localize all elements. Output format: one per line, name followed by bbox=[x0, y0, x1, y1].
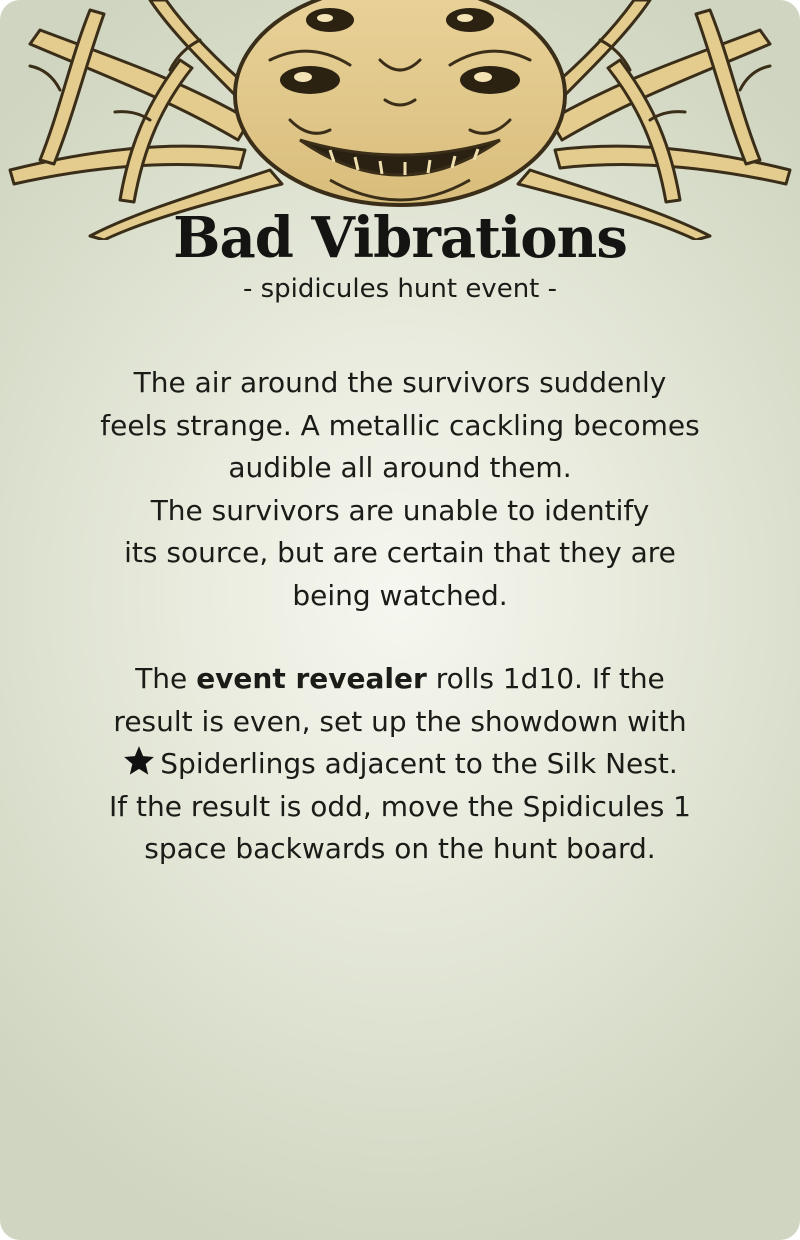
flavor-line: The air around the survivors suddenly bbox=[133, 366, 667, 399]
card-title: Bad Vibrations bbox=[173, 205, 628, 271]
flavor-line: feels strange. A metallic cackling becom… bbox=[100, 408, 700, 442]
flavor-line: The survivors are unable to identify bbox=[150, 493, 650, 527]
flavor-text: The air around the survivors suddenly fe… bbox=[60, 362, 740, 617]
rules-line: Spiderlings adjacent to the Silk Nest. bbox=[60, 743, 740, 786]
rules-line3-text: Spiderlings adjacent to the Silk Nest. bbox=[160, 747, 678, 780]
rules-line: result is even, set up the showdown with bbox=[113, 704, 687, 738]
rules-text: The event revealer rolls 1d10. If the re… bbox=[60, 658, 740, 871]
rules-line: The event revealer rolls 1d10. If the bbox=[60, 658, 740, 701]
rules-line1-pre: The bbox=[135, 662, 197, 695]
event-revealer-keyword: event revealer bbox=[196, 662, 427, 695]
rules-line1-post: rolls 1d10. If the bbox=[426, 662, 665, 695]
card-subtitle: - spidicules hunt event - bbox=[242, 274, 558, 304]
star-icon bbox=[124, 746, 155, 775]
flavor-line: being watched. bbox=[292, 578, 508, 612]
rules-line: space backwards on the hunt board. bbox=[144, 832, 656, 865]
flavor-line: its source, but are certain that they ar… bbox=[124, 536, 676, 569]
flavor-line: audible all around them. bbox=[228, 451, 572, 484]
event-card: Bad Vibrations - spidicules hunt event -… bbox=[0, 0, 800, 1240]
rules-line: If the result is odd, move the Spidicule… bbox=[108, 789, 691, 823]
